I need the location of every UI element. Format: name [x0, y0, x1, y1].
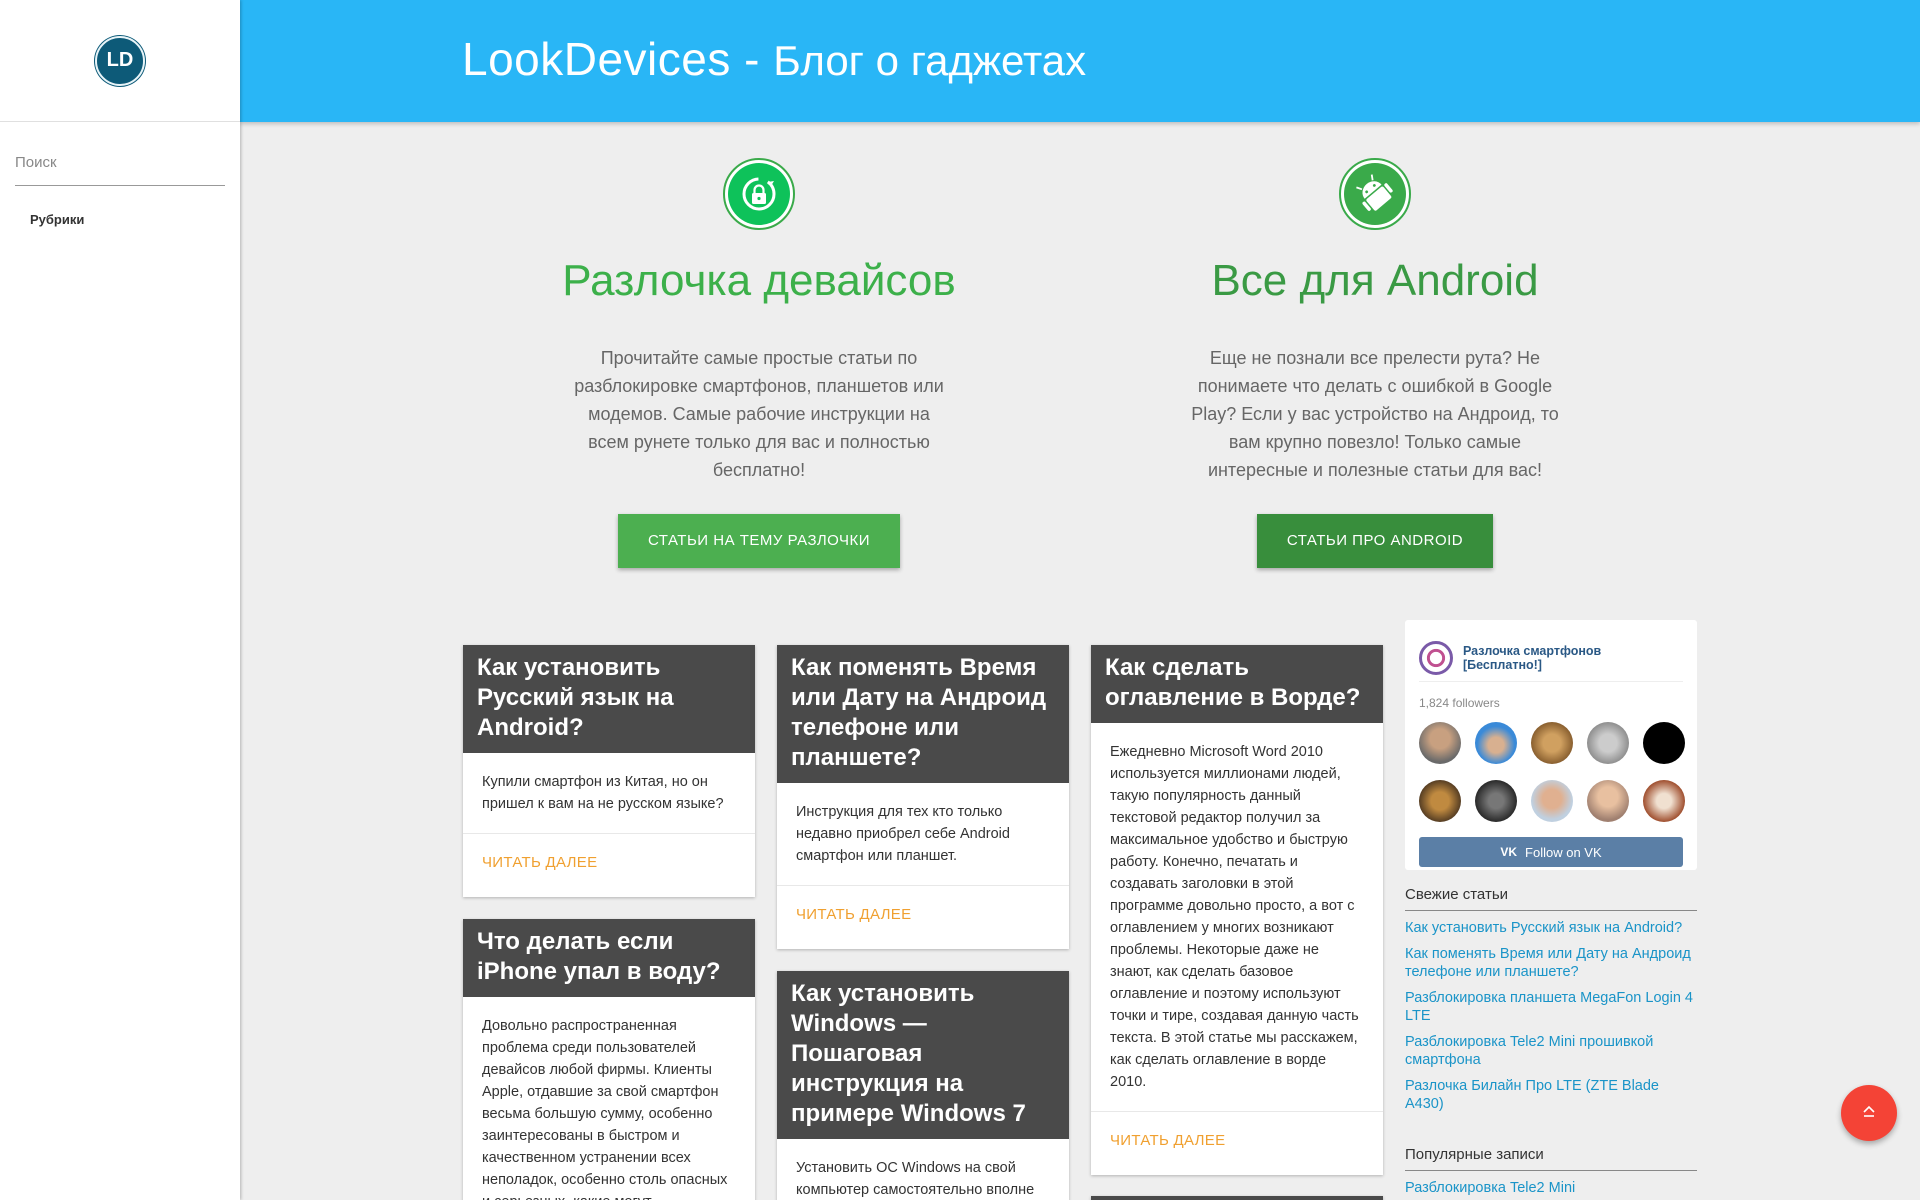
fresh-articles: Свежие статьи Как установить Русский язы…: [1405, 886, 1697, 1121]
vk-follow-button[interactable]: VK Follow on VK: [1419, 837, 1683, 867]
article-title[interactable]: Как поменять Время или Дату на Андроид т…: [777, 645, 1069, 783]
list-item[interactable]: Разблокировка планшета MegaFon Login 4 L…: [1405, 989, 1697, 1025]
feature-title: Все для Android: [1211, 256, 1539, 305]
list-item[interactable]: Разлочка Билайн Про LTE (ZTE Blade A430): [1405, 1077, 1697, 1113]
popular-posts: Популярные записи Разблокировка Tele2 Mi…: [1405, 1146, 1697, 1200]
article-card-partial: [1091, 1196, 1383, 1200]
article-excerpt: Ежедневно Microsoft Word 2010 использует…: [1110, 744, 1359, 1090]
list-item[interactable]: Разблокировка Tele2 Mini прошивкой смарт…: [1405, 1033, 1697, 1069]
feature-title: Разлочка девайсов: [562, 256, 956, 305]
avatar[interactable]: [1419, 722, 1461, 764]
android-icon: [1339, 158, 1411, 230]
vk-group-header[interactable]: Разлочка смартфонов [Бесплатно!]: [1419, 620, 1683, 682]
unlock-icon: [723, 158, 795, 230]
article-card: Как установить Windows — Пошаговая инстр…: [777, 971, 1069, 1200]
read-more-link[interactable]: ЧИТАТЬ ДАЛЕЕ: [1091, 1111, 1383, 1169]
search-input[interactable]: [15, 150, 225, 171]
avatar[interactable]: [1531, 780, 1573, 822]
site-header: LookDevices - Блог о гаджетах: [240, 0, 1920, 122]
article-excerpt: Инструкция для тех кто только недавно пр…: [796, 804, 1010, 864]
site-brand: LookDevices: [462, 33, 731, 85]
vk-group-avatar: [1419, 640, 1453, 675]
vk-logo-icon: VK: [1500, 845, 1518, 859]
vk-group-name[interactable]: Разлочка смартфонов [Бесплатно!]: [1463, 644, 1669, 672]
avatar[interactable]: [1475, 722, 1517, 764]
sidebar-logo-area: LD: [0, 0, 240, 122]
title-separator: -: [730, 33, 774, 85]
rubrics-menu[interactable]: Рубрики: [30, 212, 240, 227]
avatar[interactable]: [1587, 722, 1629, 764]
article-excerpt: Установить ОС Windows на свой компьютер …: [796, 1160, 1035, 1198]
avatar[interactable]: [1419, 780, 1461, 822]
unlock-articles-button[interactable]: СТАТЬИ НА ТЕМУ РАЗЛОЧКИ: [617, 514, 901, 568]
list-item[interactable]: Разблокировка Tele2 Mini: [1405, 1179, 1697, 1197]
search-field: [15, 150, 225, 186]
article-card: Что делать если iPhone упал в воду? Дово…: [463, 919, 755, 1200]
feature-android: Все для Android Еще не познали все преле…: [1155, 158, 1595, 568]
sidebar: LD Рубрики: [0, 0, 240, 1200]
fresh-articles-heading: Свежие статьи: [1405, 886, 1697, 911]
read-more-link[interactable]: ЧИТАТЬ ДАЛЕЕ: [777, 885, 1069, 943]
popular-posts-heading: Популярные записи: [1405, 1146, 1697, 1171]
site-logo[interactable]: LD: [95, 35, 145, 86]
article-title[interactable]: Что делать если iPhone упал в воду?: [463, 919, 755, 997]
article-title[interactable]: Как установить Русский язык на Android?: [463, 645, 755, 753]
vk-followers-count: 1,824 followers: [1419, 696, 1500, 710]
feature-description: Прочитайте самые простые статьи по разбл…: [574, 348, 944, 480]
list-item[interactable]: Как установить Русский язык на Android?: [1405, 919, 1697, 937]
article-excerpt: Довольно распространенная проблема среди…: [482, 1018, 728, 1200]
article-excerpt: Купили смартфон из Китая, но он пришел к…: [482, 774, 724, 812]
avatar[interactable]: [1643, 722, 1685, 764]
popular-posts-list: Разблокировка Tele2 Mini: [1405, 1179, 1697, 1197]
vk-followers-avatars: [1419, 722, 1697, 822]
avatar[interactable]: [1531, 722, 1573, 764]
article-card: Как сделать оглавление в Ворде? Ежедневн…: [1091, 645, 1383, 1175]
site-title[interactable]: LookDevices - Блог о гаджетах: [462, 32, 1086, 86]
article-card: Как установить Русский язык на Android? …: [463, 645, 755, 897]
feature-unlock: Разлочка девайсов Прочитайте самые прост…: [539, 158, 979, 568]
read-more-link[interactable]: ЧИТАТЬ ДАЛЕЕ: [463, 833, 755, 891]
avatar[interactable]: [1475, 780, 1517, 822]
vk-widget: Разлочка смартфонов [Бесплатно!] 1,824 f…: [1405, 620, 1697, 870]
article-title[interactable]: Как установить Windows — Пошаговая инстр…: [777, 971, 1069, 1139]
feature-description: Еще не познали все прелести рута? Не пон…: [1191, 348, 1559, 480]
article-card: Как поменять Время или Дату на Андроид т…: [777, 645, 1069, 949]
vk-follow-label: Follow on VK: [1525, 844, 1602, 860]
avatar[interactable]: [1587, 780, 1629, 822]
chevron-up-icon: [1861, 1103, 1877, 1124]
article-title-partial: [1091, 1196, 1383, 1200]
android-articles-button[interactable]: СТАТЬИ ПРО ANDROID: [1256, 514, 1494, 568]
article-title[interactable]: Как сделать оглавление в Ворде?: [1091, 645, 1383, 723]
fresh-articles-list: Как установить Русский язык на Android? …: [1405, 919, 1697, 1113]
scroll-top-button[interactable]: [1841, 1085, 1897, 1141]
avatar[interactable]: [1643, 780, 1685, 822]
site-subtitle: Блог о гаджетах: [773, 37, 1087, 84]
list-item[interactable]: Как поменять Время или Дату на Андроид т…: [1405, 945, 1697, 981]
